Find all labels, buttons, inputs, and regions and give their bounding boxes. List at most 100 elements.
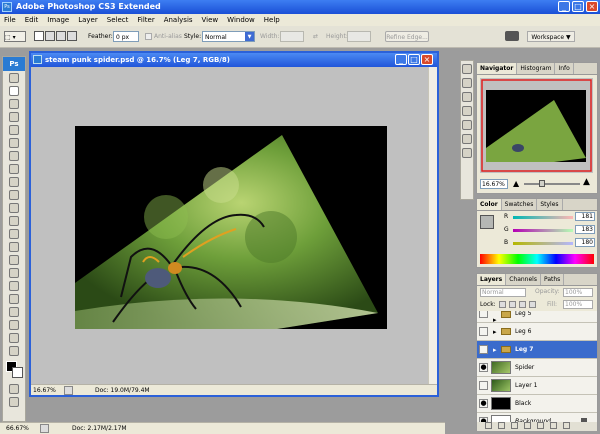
new-group-icon[interactable] — [537, 422, 544, 429]
layer-leg-5[interactable]: ▸ Leg 5 — [477, 311, 597, 324]
eyedropper-tool-icon[interactable] — [9, 319, 19, 330]
b-input[interactable]: 180 — [575, 238, 595, 247]
close-button[interactable]: × — [586, 1, 598, 12]
camera-icon[interactable] — [505, 31, 519, 41]
lock-all-icon[interactable] — [529, 301, 536, 308]
b-slider[interactable] — [513, 242, 573, 245]
layer-layer-1[interactable]: Layer 1 — [477, 377, 597, 395]
layer-spider[interactable]: ● Spider — [477, 359, 597, 377]
tab-color[interactable]: Color — [477, 199, 502, 210]
tab-paths[interactable]: Paths — [541, 274, 565, 285]
history-brush-tool-icon[interactable] — [9, 189, 19, 200]
g-input[interactable]: 183 — [575, 225, 595, 234]
adjustment-layer-icon[interactable] — [524, 422, 531, 429]
marquee-tool-icon[interactable] — [9, 85, 19, 96]
tab-navigator[interactable]: Navigator — [477, 63, 518, 74]
blur-tool-icon[interactable] — [9, 228, 19, 239]
minimize-button[interactable]: _ — [558, 1, 570, 12]
notes-tool-icon[interactable] — [9, 306, 19, 317]
actions-panel-icon[interactable] — [462, 78, 472, 88]
chevron-down-icon[interactable]: ▼ — [245, 32, 254, 41]
eye-icon[interactable]: ● — [479, 399, 488, 408]
feather-input[interactable]: 0 px — [113, 31, 139, 42]
document-canvas[interactable] — [31, 67, 428, 384]
history-panel-icon[interactable] — [462, 64, 472, 74]
move-tool-icon[interactable] — [9, 72, 19, 83]
quick-mask-icon[interactable] — [9, 384, 19, 394]
add-selection-icon[interactable] — [45, 31, 55, 41]
screen-mode-icon[interactable] — [9, 397, 19, 407]
layer-style-icon[interactable] — [498, 422, 505, 429]
antialias-checkbox[interactable]: Anti-alias — [145, 31, 182, 42]
clone-stamp-tool-icon[interactable] — [9, 176, 19, 187]
height-input[interactable] — [347, 31, 371, 42]
subtract-selection-icon[interactable] — [56, 31, 66, 41]
hand-tool-icon[interactable] — [9, 332, 19, 343]
workspace-button[interactable]: Workspace ▼ — [527, 31, 575, 42]
paragraph-panel-icon[interactable] — [462, 148, 472, 158]
tab-info[interactable]: Info — [555, 63, 574, 74]
visibility-toggle[interactable] — [479, 327, 488, 336]
app-status-info-icon[interactable] — [40, 424, 49, 433]
link-layers-icon[interactable] — [485, 422, 492, 429]
width-input[interactable] — [280, 31, 304, 42]
doc-close-button[interactable]: × — [421, 54, 433, 65]
new-layer-icon[interactable] — [550, 422, 557, 429]
layer-leg-7[interactable]: ▸ Leg 7 — [477, 341, 597, 359]
clone-source-icon[interactable] — [462, 120, 472, 130]
magic-wand-tool-icon[interactable] — [9, 111, 19, 122]
expand-arrow-icon[interactable]: ▸ — [493, 341, 497, 359]
menu-edit[interactable]: Edit — [25, 14, 39, 26]
layer-mask-icon[interactable] — [511, 422, 518, 429]
menu-window[interactable]: Window — [227, 14, 255, 26]
navigator-zoom-slider[interactable] — [524, 183, 580, 185]
doc-maximize-button[interactable]: □ — [408, 54, 420, 65]
dodge-tool-icon[interactable] — [9, 241, 19, 252]
eye-icon[interactable]: ● — [479, 363, 488, 372]
visibility-toggle[interactable] — [479, 311, 488, 318]
expand-arrow-icon[interactable]: ▸ — [493, 323, 497, 341]
tab-histogram[interactable]: Histogram — [517, 63, 556, 74]
navigator-zoom-input[interactable]: 16.67% — [480, 179, 508, 189]
zoom-out-icon[interactable]: ▲ — [513, 179, 519, 188]
type-tool-icon[interactable] — [9, 267, 19, 278]
layer-black[interactable]: ● Black — [477, 395, 597, 413]
r-input[interactable]: 181 — [575, 212, 595, 221]
character-panel-icon[interactable] — [462, 134, 472, 144]
menu-file[interactable]: File — [4, 14, 16, 26]
maximize-button[interactable]: □ — [572, 1, 584, 12]
fill-input[interactable]: 100% — [563, 300, 593, 309]
visibility-toggle[interactable] — [479, 345, 488, 354]
antialias-box[interactable] — [145, 33, 152, 40]
menu-analysis[interactable]: Analysis — [164, 14, 193, 26]
document-zoom[interactable]: 16.67% — [33, 385, 56, 396]
blend-mode-select[interactable]: Normal — [480, 288, 526, 297]
crop-tool-icon[interactable] — [9, 124, 19, 135]
style-select[interactable]: Normal ▼ — [202, 31, 255, 42]
menu-help[interactable]: Help — [264, 14, 280, 26]
swap-icon[interactable]: ⇄ — [313, 31, 322, 42]
navigator-preview[interactable] — [480, 78, 593, 173]
zoom-in-icon[interactable]: ▲ — [583, 178, 590, 187]
slice-tool-icon[interactable] — [9, 137, 19, 148]
menu-image[interactable]: Image — [47, 14, 69, 26]
intersect-selection-icon[interactable] — [67, 31, 77, 41]
layer-background[interactable]: ● Background — [477, 413, 597, 422]
lasso-tool-icon[interactable] — [9, 98, 19, 109]
menu-select[interactable]: Select — [107, 14, 129, 26]
zoom-tool-icon[interactable] — [9, 345, 19, 356]
brushes-panel-icon[interactable] — [462, 106, 472, 116]
vertical-scrollbar[interactable] — [428, 67, 437, 384]
background-color-swatch[interactable] — [12, 367, 23, 378]
fg-color-swatch[interactable] — [480, 215, 494, 229]
g-slider[interactable] — [513, 229, 573, 232]
healing-brush-tool-icon[interactable] — [9, 150, 19, 161]
navigator-zoom-thumb[interactable] — [539, 180, 545, 187]
refine-edge-button[interactable]: Refine Edge... — [385, 31, 429, 42]
new-selection-icon[interactable] — [34, 31, 44, 41]
tool-presets-icon[interactable] — [462, 92, 472, 102]
tool-preset-picker[interactable]: ⬚ ▾ — [4, 31, 26, 42]
color-spectrum-bar[interactable] — [480, 254, 594, 264]
tab-layers[interactable]: Layers — [477, 274, 507, 285]
doc-minimize-button[interactable]: _ — [395, 54, 407, 65]
